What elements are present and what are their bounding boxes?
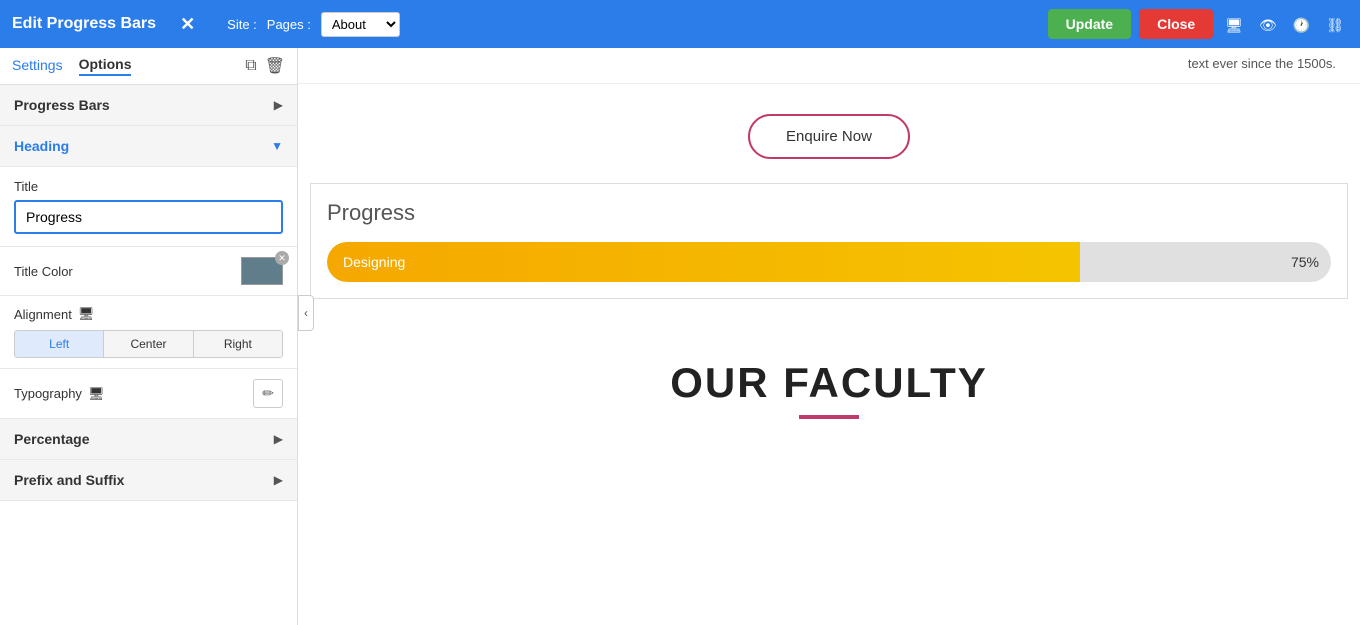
- copy-button[interactable]: ⧉: [245, 56, 256, 76]
- section-progress-bars[interactable]: Progress Bars ▶: [0, 85, 297, 126]
- title-color-clear[interactable]: ✕: [275, 251, 289, 265]
- align-left-button[interactable]: Left: [15, 331, 104, 357]
- eye-icon[interactable]: [1255, 12, 1281, 37]
- partial-top-text: text ever since the 1500s.: [298, 48, 1360, 84]
- delete-button[interactable]: 🗑: [265, 56, 285, 76]
- progress-section: Progress Designing 75%: [310, 183, 1348, 299]
- alignment-row: Alignment 🖥 Left Center Right: [0, 296, 297, 369]
- close-button[interactable]: Close: [1139, 9, 1213, 39]
- tab-options[interactable]: Options: [79, 56, 132, 76]
- title-color-label: Title Color: [14, 264, 73, 279]
- faculty-section: OUR FACULTY: [298, 319, 1360, 439]
- pages-label: Pages :: [267, 17, 311, 32]
- section-percentage-arrow: ▶: [274, 432, 283, 446]
- section-percentage[interactable]: Percentage ▶: [0, 419, 297, 460]
- section-prefix-suffix-label: Prefix and Suffix: [14, 472, 124, 488]
- typography-edit-button[interactable]: ✏: [253, 379, 283, 408]
- enquire-now-button[interactable]: Enquire Now: [748, 114, 910, 159]
- faculty-underline: [799, 415, 859, 419]
- section-prefix-suffix-arrow: ▶: [274, 473, 283, 487]
- progress-bar-fill: Designing: [327, 242, 1080, 282]
- right-content-area: text ever since the 1500s. Enquire Now P…: [298, 48, 1360, 625]
- clock-icon[interactable]: [1289, 12, 1314, 37]
- alignment-monitor-icon: 🖥: [78, 306, 95, 322]
- align-center-button[interactable]: Center: [104, 331, 193, 357]
- title-field-area: Title: [0, 167, 297, 247]
- top-header: Edit Progress Bars ✕ Site : Pages : Abou…: [0, 0, 1360, 48]
- title-color-row: Title Color ✕: [0, 247, 297, 296]
- alignment-buttons: Left Center Right: [14, 330, 283, 358]
- pages-select[interactable]: About Home Contact: [321, 12, 400, 37]
- section-heading[interactable]: Heading ▼: [0, 126, 297, 167]
- panel-close-button[interactable]: ✕: [174, 12, 201, 37]
- section-heading-arrow: ▼: [271, 139, 283, 153]
- update-button[interactable]: Update: [1048, 9, 1131, 39]
- alignment-label: Alignment 🖥: [14, 306, 283, 322]
- header-right-actions: Update Close: [1048, 9, 1348, 39]
- enquire-area: Enquire Now: [298, 84, 1360, 183]
- sitemap-icon[interactable]: [1322, 12, 1348, 37]
- typography-label: Typography 🖥: [14, 386, 104, 402]
- panel-title: Edit Progress Bars: [12, 15, 156, 33]
- left-panel: Settings Options ⧉ 🗑 Progress Bars ▶ Hea…: [0, 48, 298, 625]
- section-heading-label: Heading: [14, 138, 69, 154]
- align-right-button[interactable]: Right: [194, 331, 282, 357]
- faculty-title: OUR FACULTY: [322, 359, 1336, 407]
- tab-icons: ⧉ 🗑: [245, 56, 285, 76]
- title-field-label: Title: [14, 179, 283, 194]
- tabs-row: Settings Options ⧉ 🗑: [0, 48, 297, 85]
- progress-bar-wrap: Designing 75%: [327, 242, 1331, 282]
- monitor-icon[interactable]: [1221, 12, 1247, 37]
- progress-section-title: Progress: [327, 200, 1331, 226]
- progress-bar-percent: 75%: [1291, 254, 1319, 270]
- section-progress-bars-arrow: ▶: [274, 98, 283, 112]
- progress-bar-label: Designing: [343, 254, 405, 270]
- section-percentage-label: Percentage: [14, 431, 89, 447]
- section-progress-bars-label: Progress Bars: [14, 97, 110, 113]
- typography-row: Typography 🖥 ✏: [0, 369, 297, 419]
- title-input[interactable]: [14, 200, 283, 234]
- site-label: Site :: [227, 17, 257, 32]
- panel-collapse-arrow[interactable]: ‹: [298, 295, 314, 331]
- section-prefix-suffix[interactable]: Prefix and Suffix ▶: [0, 460, 297, 501]
- tab-settings[interactable]: Settings: [12, 57, 63, 75]
- title-color-swatch-wrap: ✕: [241, 257, 283, 285]
- main-body: Settings Options ⧉ 🗑 Progress Bars ▶ Hea…: [0, 48, 1360, 625]
- typography-monitor-icon: 🖥: [88, 386, 105, 402]
